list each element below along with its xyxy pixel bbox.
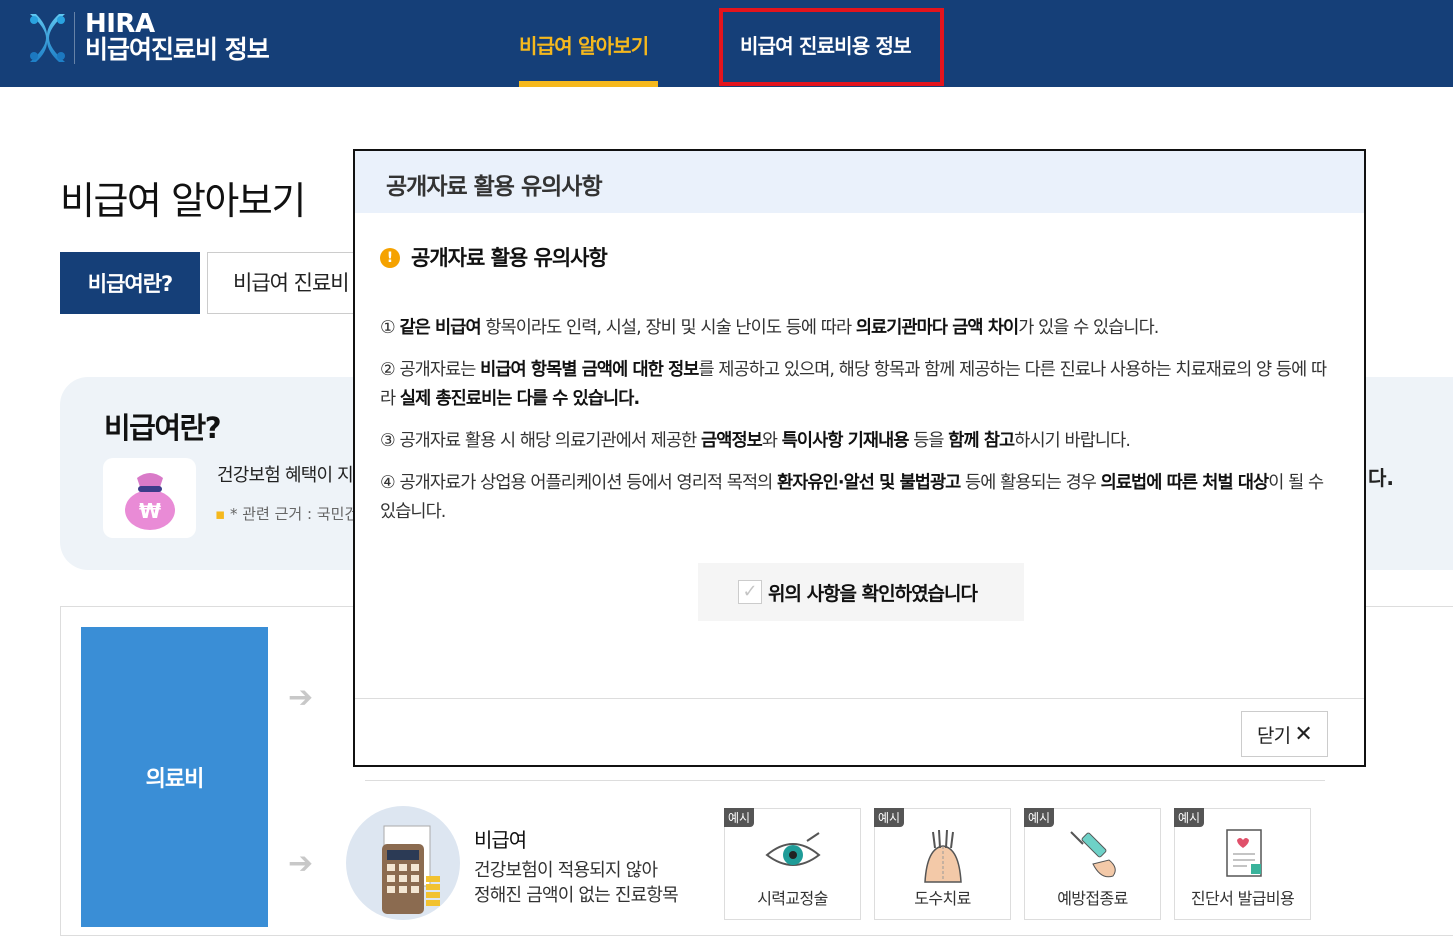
nav-item-nonbenefit-cost-info[interactable]: 비급여 진료비용 정보	[740, 30, 912, 59]
calculator-icon	[382, 825, 440, 914]
example-card-vision-correction: 예시 시력교정술	[724, 808, 861, 920]
warning-icon: !	[380, 248, 400, 268]
notice-text: 등에 활용되는 경우	[960, 473, 1101, 493]
confirm-checkbox-row[interactable]: ✓ 위의 사항을 확인하였습니다	[698, 563, 1024, 621]
info-text: 건강보험 혜택이 지	[217, 465, 354, 486]
close-icon: ✕	[1294, 721, 1312, 747]
notice-number: ③	[380, 431, 396, 451]
example-label: 도수치료	[914, 889, 971, 908]
nonbenefit-description: 건강보험이 적용되지 않아 정해진 금액이 없는 진료항목	[474, 858, 679, 908]
page-title: 비급여 알아보기	[60, 179, 306, 223]
arrow-right-icon: ➔	[288, 680, 314, 715]
notice-item-2: ② 공개자료는 비급여 항목별 금액에 대한 정보를 제공하고 있으며, 해당 …	[380, 356, 1340, 414]
notice-item-3: ③ 공개자료 활용 시 해당 의료기관에서 제공한 금액정보와 특이사항 기재내…	[380, 427, 1340, 456]
info-text-end: 다.	[1368, 466, 1394, 490]
example-card-vaccination: 예시 예방접종료	[1024, 808, 1161, 920]
modal-footer-divider	[355, 698, 1364, 699]
diagram-divider	[365, 780, 1325, 781]
notice-text: 등을	[908, 431, 949, 451]
notice-emphasis: 함께 참고	[948, 431, 1015, 451]
notice-emphasis: 실제 총진료비는 다를 수 있습니다.	[399, 389, 640, 409]
confirm-label[interactable]: 위의 사항을 확인하였습니다	[768, 579, 978, 606]
syringe-icon	[1069, 831, 1116, 878]
notice-emphasis: 의료법에 따른 처벌 대상	[1100, 473, 1269, 493]
example-label: 예방접종료	[1057, 889, 1128, 908]
confirm-checkbox[interactable]: ✓	[738, 580, 762, 604]
close-button-label: 닫기	[1256, 724, 1291, 747]
manual-therapy-icon	[923, 829, 962, 883]
notice-item-1: ① 같은 비급여 항목이라도 인력, 시설, 장비 및 시술 난이도 등에 따라…	[380, 314, 1340, 343]
nonbenefit-desc-line: 정해진 금액이 없는 진료항목	[474, 885, 679, 906]
svg-text:₩: ₩	[139, 499, 161, 523]
warning-title: 공개자료 활용 유의사항	[411, 246, 608, 270]
notice-number: ②	[380, 360, 396, 380]
certificate-icon	[1225, 829, 1262, 877]
section-heading: 비급여란?	[104, 411, 222, 445]
top-navigation-bar: HIRA 비급여진료비 정보 비급여 알아보기 비급여 진료비용 정보	[0, 0, 1453, 87]
nonbenefit-desc-line: 건강보험이 적용되지 않아	[474, 860, 658, 881]
notice-text: 하시기 바랍니다.	[1014, 431, 1131, 451]
info-note-text: * 관련 근거 : 국민건	[229, 505, 359, 523]
notice-emphasis: 같은 비급여	[399, 318, 481, 338]
nav-active-indicator	[519, 81, 658, 87]
eye-icon	[764, 832, 821, 866]
notice-text: 공개자료는	[394, 360, 481, 380]
logo-text-service[interactable]: 비급여진료비 정보	[85, 34, 270, 66]
notice-number: ④	[380, 473, 396, 493]
info-note: ▪ * 관련 근거 : 국민건	[215, 503, 358, 524]
logo-divider	[74, 12, 75, 64]
nav-item-nonbenefit-guide[interactable]: 비급여 알아보기	[519, 30, 649, 59]
notice-text: 가 있을 수 있습니다.	[1018, 318, 1159, 338]
notice-number: ①	[380, 318, 396, 338]
notice-emphasis: 환자유인·알선 및 불법광고	[777, 473, 961, 493]
medical-fee-box: 의료비	[81, 627, 268, 927]
notice-emphasis: 의료기관마다 금액 차이	[855, 318, 1019, 338]
notice-text: 공개자료가 상업용 어플리케이션 등에서 영리적 목적의	[394, 473, 778, 493]
modal-header: 공개자료 활용 유의사항	[355, 151, 1364, 213]
example-label: 진단서 발급비용	[1190, 889, 1295, 908]
tab-what-is-nonbenefit[interactable]: 비급여란?	[60, 252, 200, 314]
notice-emphasis: 금액정보	[701, 431, 763, 451]
modal-title: 공개자료 활용 유의사항	[386, 174, 603, 200]
notice-text: 와	[761, 431, 782, 451]
money-bag-icon: ₩	[125, 473, 175, 530]
notice-item-4: ④ 공개자료가 상업용 어플리케이션 등에서 영리적 목적의 환자유인·알선 및…	[380, 469, 1340, 527]
notice-emphasis: 특이사항 기재내용	[781, 431, 910, 451]
close-button[interactable]: 닫기 ✕	[1241, 711, 1328, 757]
nonbenefit-title: 비급여	[474, 828, 527, 852]
notice-text: 항목이라도 인력, 시설, 장비 및 시술 난이도 등에 따라	[480, 318, 856, 338]
notice-modal: 공개자료 활용 유의사항 ! 공개자료 활용 유의사항 ① 같은 비급여 항목이…	[353, 149, 1366, 767]
example-card-manual-therapy: 예시 도수치료	[874, 808, 1011, 920]
money-bag-tile: ₩	[103, 458, 196, 538]
example-card-certificate: 예시 진단서 발급비용	[1174, 808, 1311, 920]
arrow-right-icon: ➔	[288, 846, 314, 881]
notice-emphasis: 비급여 항목별 금액에 대한 정보	[480, 360, 699, 380]
example-label: 시력교정술	[757, 889, 828, 908]
calculator-illustration	[346, 806, 460, 920]
hira-logo-icon	[30, 14, 65, 62]
notice-text: 공개자료 활용 시 해당 의료기관에서 제공한	[394, 431, 702, 451]
bullet-dot: ▪	[215, 505, 230, 523]
